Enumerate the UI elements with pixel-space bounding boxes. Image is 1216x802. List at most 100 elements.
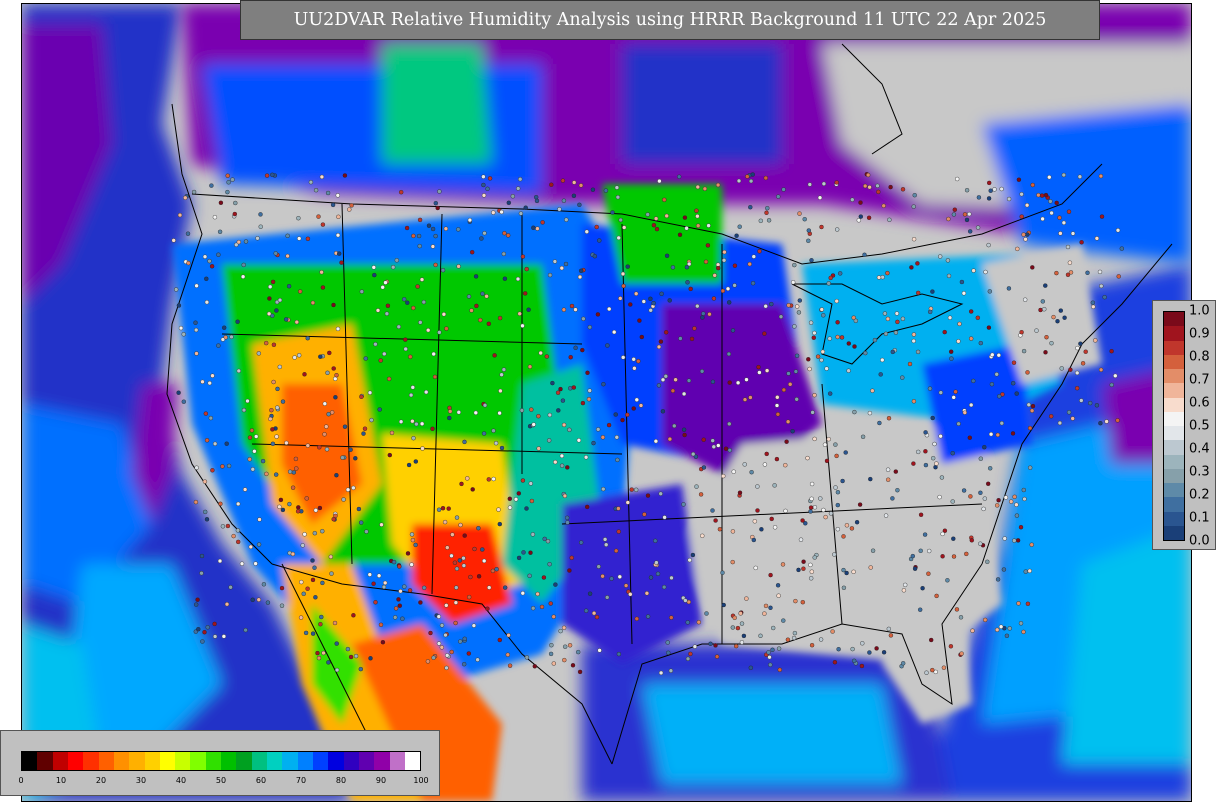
fraction-colorbar-segment	[1164, 354, 1184, 369]
station-dot	[903, 582, 908, 588]
station-dot	[535, 226, 540, 231]
station-dot	[555, 390, 561, 395]
station-dot	[841, 567, 846, 573]
station-dot	[342, 173, 348, 178]
station-dot	[956, 339, 961, 344]
station-dot	[470, 249, 475, 255]
station-dot	[792, 324, 797, 329]
rh-colorbar-tick: 80	[335, 776, 347, 785]
station-dot	[651, 222, 657, 228]
station-dot	[781, 187, 786, 192]
station-dot	[874, 646, 879, 651]
station-dot	[923, 462, 929, 468]
station-dot	[403, 337, 408, 342]
station-dot	[648, 308, 653, 313]
station-dot	[256, 542, 262, 547]
station-dot	[1042, 307, 1047, 312]
station-dot	[520, 478, 526, 483]
rh-colorbar-segment	[282, 752, 298, 770]
station-dot	[379, 522, 384, 527]
fraction-colorbar-segment	[1164, 468, 1184, 483]
station-dot	[742, 462, 747, 467]
station-dot	[656, 344, 662, 350]
station-dot	[770, 647, 775, 652]
station-dot	[540, 220, 545, 225]
station-dot	[783, 508, 788, 514]
station-dot	[664, 213, 669, 219]
station-dot	[453, 600, 459, 605]
station-dot	[880, 357, 885, 363]
station-dot	[957, 321, 962, 327]
station-dot	[785, 419, 791, 424]
station-dot	[969, 538, 974, 543]
station-dot	[751, 537, 756, 543]
station-dot	[538, 350, 543, 356]
station-dot	[801, 559, 806, 564]
station-dot	[1030, 403, 1036, 409]
station-dot	[302, 532, 307, 537]
station-dot	[900, 187, 906, 192]
station-dot	[954, 607, 960, 612]
station-dot	[217, 558, 223, 564]
station-dot	[956, 421, 961, 426]
station-dot	[448, 409, 453, 414]
station-dot	[605, 595, 610, 600]
station-dot	[1093, 338, 1098, 343]
station-dot	[881, 650, 887, 655]
station-dot	[1029, 408, 1035, 413]
station-dot	[828, 511, 834, 516]
station-dot	[751, 254, 756, 259]
station-dot	[551, 661, 556, 666]
station-dot	[654, 226, 660, 232]
station-dot	[498, 388, 503, 394]
station-dot	[371, 581, 376, 586]
station-dot	[927, 386, 933, 391]
station-dot	[808, 509, 813, 514]
station-dot	[570, 663, 576, 668]
rh-colorbar-segment	[52, 752, 68, 770]
station-dot	[329, 571, 334, 576]
station-dot	[1099, 283, 1104, 289]
station-dot	[207, 258, 212, 264]
station-dot	[812, 555, 817, 560]
station-dot	[524, 506, 529, 511]
station-dot	[288, 469, 293, 474]
station-dot	[399, 189, 404, 195]
station-dot	[536, 446, 541, 451]
station-dot	[209, 264, 215, 269]
station-dot	[375, 308, 381, 313]
station-dot	[636, 359, 641, 364]
station-dot	[531, 225, 536, 231]
fraction-colorbar-tick: 0.4	[1189, 441, 1210, 457]
station-dot	[481, 193, 487, 198]
station-dot	[1002, 536, 1007, 541]
station-dot	[325, 190, 331, 196]
station-dot	[808, 505, 814, 510]
station-dot	[381, 584, 387, 590]
station-dot	[1066, 410, 1072, 415]
station-dot	[1034, 328, 1039, 333]
station-dot	[253, 434, 259, 439]
station-dot	[1019, 191, 1024, 197]
station-dot	[664, 330, 669, 335]
station-dot	[445, 545, 450, 550]
rh-colorbar-tick: 100	[413, 776, 429, 785]
station-dot	[1043, 192, 1049, 198]
station-dot	[748, 665, 753, 670]
station-dot	[316, 655, 322, 661]
station-dot	[221, 325, 227, 330]
station-dot	[523, 205, 528, 210]
station-dot	[1048, 199, 1053, 204]
station-dot	[480, 291, 485, 296]
station-dot	[981, 506, 986, 512]
station-dot	[625, 264, 630, 269]
station-dot	[548, 651, 554, 657]
station-dot	[615, 457, 620, 463]
station-dot	[267, 284, 273, 289]
station-dot	[812, 393, 817, 398]
station-dot	[653, 538, 658, 543]
station-dot	[539, 604, 545, 610]
station-dot	[757, 249, 762, 254]
station-dot	[402, 297, 407, 302]
station-dot	[456, 410, 461, 415]
